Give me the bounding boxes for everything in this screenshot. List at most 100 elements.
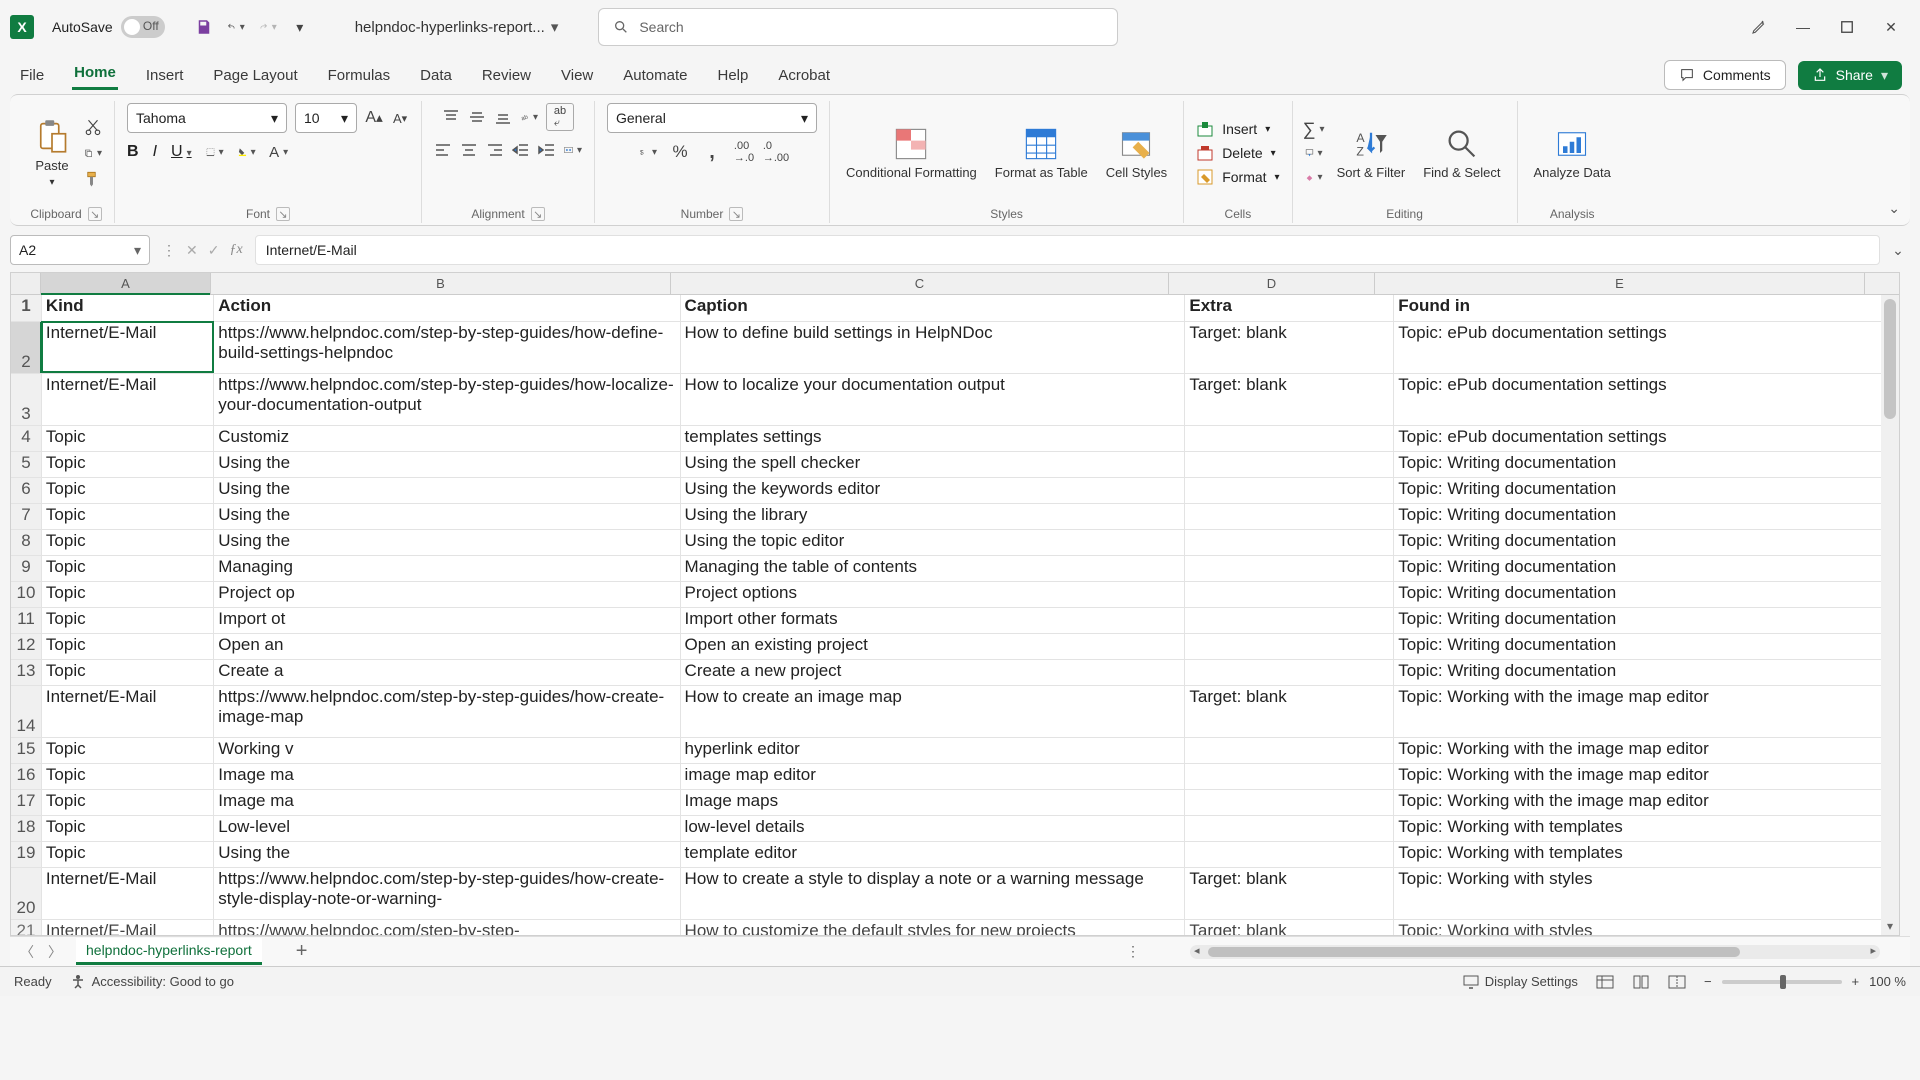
tab-home[interactable]: Home — [72, 58, 118, 90]
row-header[interactable]: 10 — [11, 581, 41, 607]
tab-view[interactable]: View — [559, 61, 595, 90]
cell[interactable]: Topic: ePub documentation settings — [1394, 425, 1881, 451]
cell[interactable]: Topic — [41, 633, 213, 659]
formula-menu-icon[interactable]: ⋮ — [162, 242, 176, 259]
conditional-formatting-button[interactable]: Conditional Formatting — [842, 126, 981, 180]
row-header[interactable]: 6 — [11, 477, 41, 503]
tab-formulas[interactable]: Formulas — [326, 61, 393, 90]
sheet-next-icon[interactable]: 〉 — [48, 942, 62, 962]
autosave-toggle[interactable]: AutoSave Off — [52, 16, 165, 38]
row-header[interactable]: 4 — [11, 425, 41, 451]
row-header[interactable]: 12 — [11, 633, 41, 659]
cell[interactable]: Topic — [41, 529, 213, 555]
row-header[interactable]: 1 — [11, 295, 41, 321]
align-bottom-icon[interactable] — [494, 108, 512, 126]
cell[interactable]: How to customize the default styles for … — [680, 919, 1185, 935]
underline-button[interactable]: U — [171, 143, 192, 161]
cell[interactable]: Using the — [214, 503, 680, 529]
select-all-corner[interactable] — [11, 273, 41, 294]
cell[interactable] — [1185, 581, 1394, 607]
close-button[interactable]: ✕ — [1882, 18, 1900, 36]
cell[interactable]: Image ma — [214, 763, 680, 789]
row-header[interactable]: 19 — [11, 841, 41, 867]
cell[interactable]: Topic — [41, 503, 213, 529]
cell[interactable]: Project op — [214, 581, 680, 607]
cell[interactable]: Topic: Working with the image map editor — [1394, 685, 1881, 737]
cell[interactable]: Target: blank — [1185, 321, 1394, 373]
cell[interactable]: Topic — [41, 555, 213, 581]
number-launcher-icon[interactable]: ↘ — [729, 207, 743, 221]
italic-button[interactable]: I — [153, 143, 157, 161]
cell[interactable]: https://www.helpndoc.com/step-by-step-gu… — [214, 373, 680, 425]
cell[interactable]: Working v — [214, 737, 680, 763]
cell[interactable]: Internet/E-Mail — [41, 867, 213, 919]
document-title[interactable]: helpndoc-hyperlinks-report...▾ — [355, 18, 559, 36]
sheet-menu-icon[interactable]: ⋮ — [1126, 943, 1140, 960]
orientation-icon[interactable]: ab — [520, 108, 538, 126]
tab-page-layout[interactable]: Page Layout — [211, 61, 299, 90]
cell[interactable]: Topic: Working with the image map editor — [1394, 763, 1881, 789]
cancel-formula-icon[interactable]: ✕ — [186, 242, 198, 259]
col-header-E[interactable]: E — [1375, 273, 1865, 294]
redo-button[interactable] — [259, 18, 277, 36]
cell[interactable]: Open an existing project — [680, 633, 1185, 659]
cell[interactable]: Topic — [41, 477, 213, 503]
copy-icon[interactable] — [84, 144, 102, 162]
cell[interactable]: https://www.helpndoc.com/step-by-step-gu… — [214, 321, 680, 373]
cell[interactable]: image map editor — [680, 763, 1185, 789]
cell[interactable]: Topic — [41, 737, 213, 763]
align-top-icon[interactable] — [442, 108, 460, 126]
cell[interactable]: Topic: ePub documentation settings — [1394, 373, 1881, 425]
accessibility-status[interactable]: Accessibility: Good to go — [70, 974, 234, 990]
cell[interactable]: Using the topic editor — [680, 529, 1185, 555]
cell[interactable]: https://www.helpndoc.com/step-by-step-gu… — [214, 867, 680, 919]
cell[interactable] — [1185, 425, 1394, 451]
decrease-decimal-icon[interactable]: .0→.00 — [767, 143, 785, 161]
cell[interactable]: Target: blank — [1185, 867, 1394, 919]
cell[interactable]: Topic — [41, 581, 213, 607]
cell[interactable]: Topic: Writing documentation — [1394, 451, 1881, 477]
sheet-prev-icon[interactable]: 〈 — [20, 942, 34, 962]
cell[interactable]: Topic — [41, 763, 213, 789]
tab-data[interactable]: Data — [418, 61, 454, 90]
decrease-indent-icon[interactable] — [512, 141, 530, 159]
cell[interactable]: Target: blank — [1185, 919, 1394, 935]
view-page-layout-icon[interactable] — [1632, 973, 1650, 991]
cell[interactable]: Import other formats — [680, 607, 1185, 633]
align-middle-icon[interactable] — [468, 108, 486, 126]
cell[interactable]: How to create a style to display a note … — [680, 867, 1185, 919]
cell[interactable]: Project options — [680, 581, 1185, 607]
zoom-control[interactable]: − + 100 % — [1704, 974, 1906, 989]
cell[interactable] — [1185, 737, 1394, 763]
font-name-combo[interactable]: Tahoma▾ — [127, 103, 287, 133]
cell[interactable]: Using the — [214, 529, 680, 555]
cell[interactable]: template editor — [680, 841, 1185, 867]
analyze-data-button[interactable]: Analyze Data — [1530, 126, 1615, 180]
new-sheet-icon[interactable]: + — [296, 940, 308, 963]
cell[interactable]: Using the — [214, 841, 680, 867]
cell[interactable]: Topic: Working with the image map editor — [1394, 737, 1881, 763]
align-center-icon[interactable] — [460, 141, 478, 159]
row-header[interactable]: 17 — [11, 789, 41, 815]
cell[interactable]: Internet/E-Mail — [41, 321, 213, 373]
col-header-D[interactable]: D — [1169, 273, 1375, 294]
cell[interactable]: Topic: Writing documentation — [1394, 633, 1881, 659]
cell[interactable] — [1185, 477, 1394, 503]
cell[interactable]: hyperlink editor — [680, 737, 1185, 763]
name-box[interactable]: A2▾ — [10, 235, 150, 265]
row-header[interactable]: 20 — [11, 867, 41, 919]
bold-button[interactable]: B — [127, 143, 139, 161]
col-header-B[interactable]: B — [211, 273, 671, 294]
cell[interactable]: templates settings — [680, 425, 1185, 451]
toggle-switch-icon[interactable]: Off — [121, 16, 165, 38]
borders-icon[interactable] — [206, 143, 224, 161]
cell[interactable]: How to localize your documentation outpu… — [680, 373, 1185, 425]
row-header[interactable]: 18 — [11, 815, 41, 841]
clear-icon[interactable] — [1305, 168, 1323, 186]
hscroll-left-icon[interactable]: ◂ — [1194, 944, 1200, 957]
save-icon[interactable] — [195, 18, 213, 36]
align-left-icon[interactable] — [434, 141, 452, 159]
cell[interactable]: Topic — [41, 789, 213, 815]
cell[interactable]: Topic: Writing documentation — [1394, 607, 1881, 633]
number-format-combo[interactable]: General▾ — [607, 103, 817, 133]
